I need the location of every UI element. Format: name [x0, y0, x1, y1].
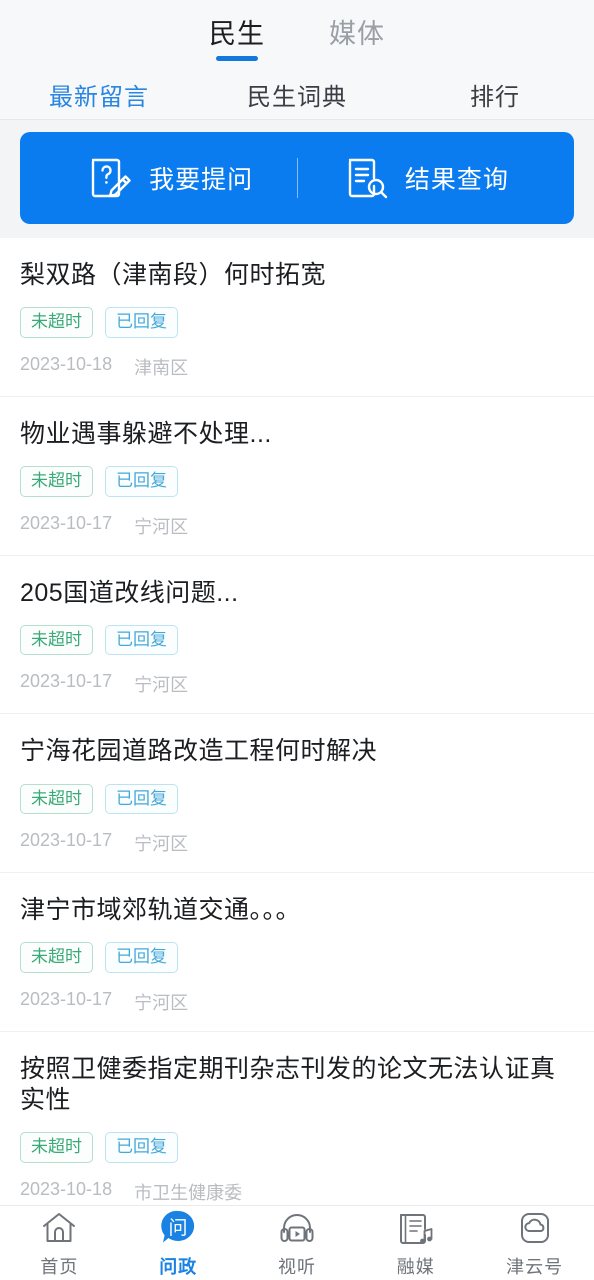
bottom-navigation: 首页 问 问政 视听 融媒 津云号: [0, 1205, 594, 1280]
list-item[interactable]: 津宁市域郊轨道交通。。。 未超时 已回复 2023-10-17 宁河区: [0, 873, 594, 1032]
item-meta: 2023-10-17 宁河区: [20, 513, 574, 539]
status-badge-ontime: 未超时: [20, 783, 93, 815]
list-item[interactable]: 梨双路（津南段）何时拓宽 未超时 已回复 2023-10-18 津南区: [0, 238, 594, 397]
list-item[interactable]: 205国道改线问题... 未超时 已回复 2023-10-17 宁河区: [0, 555, 594, 715]
item-department: 津南区: [134, 357, 189, 378]
item-title: 宁海花园道路改造工程何时解决: [20, 737, 378, 766]
item-date: 2023-10-18: [20, 353, 113, 374]
list-item[interactable]: 宁海花园道路改造工程何时解决 未超时 已回复 2023-10-17 宁河区: [0, 714, 594, 874]
item-tags: 未超时 已回复: [20, 942, 574, 973]
top-tab-label: 民生: [209, 18, 265, 49]
svg-text:问: 问: [169, 1217, 188, 1239]
sub-tab-dictionary[interactable]: 民生词典: [198, 77, 396, 112]
nav-item-home[interactable]: 首页: [0, 1208, 119, 1279]
top-tab-bar: 民生 媒体: [0, 0, 594, 70]
list-item[interactable]: 按照卫健委指定期刊杂志刊发的论文无法认证真实性 未超时 已回复 2023-10-…: [0, 1031, 594, 1205]
item-date: 2023-10-17: [20, 988, 113, 1009]
item-tags: 未超时 已回复: [20, 466, 574, 497]
app-screen: 民生 媒体 最新留言 民生词典 排行 我要提问 结果查询 梨双路（津南段）何时拓…: [0, 0, 594, 1280]
item-title: 津宁市域郊轨道交通。。。: [20, 896, 302, 925]
banner-container: 我要提问 结果查询: [0, 120, 594, 238]
status-badge-replied: 已回复: [105, 466, 178, 497]
nav-item-wenzheng[interactable]: 问 问政: [119, 1208, 238, 1279]
status-badge-ontime: 未超时: [20, 942, 93, 973]
sub-tab-latest-messages[interactable]: 最新留言: [0, 77, 198, 112]
nav-label: 视听: [277, 1256, 316, 1277]
top-tab-meiti[interactable]: 媒体: [323, 8, 391, 63]
item-meta: 2023-10-18 市卫生健康委: [20, 1179, 574, 1205]
item-tags: 未超时 已回复: [20, 307, 574, 338]
nav-item-jinyunhao[interactable]: 津云号: [475, 1208, 594, 1279]
status-badge-replied: 已回复: [105, 942, 178, 973]
status-badge-ontime: 未超时: [20, 1132, 93, 1164]
status-badge-replied: 已回复: [105, 307, 178, 338]
question-document-pencil-icon: [85, 154, 133, 202]
headphones-play-icon: [277, 1208, 317, 1248]
item-tags: 未超时 已回复: [20, 624, 574, 656]
item-department: 市卫生健康委: [134, 1183, 243, 1204]
item-date: 2023-10-17: [20, 512, 113, 533]
home-icon: [39, 1208, 79, 1248]
item-tags: 未超时 已回复: [20, 1132, 574, 1164]
status-badge-replied: 已回复: [105, 624, 178, 656]
cloud-bag-icon: [515, 1208, 555, 1248]
ask-question-button[interactable]: 我要提问: [42, 154, 297, 202]
document-search-icon: [341, 154, 389, 202]
item-date: 2023-10-17: [20, 671, 113, 692]
nav-label: 融媒: [396, 1256, 435, 1277]
item-meta: 2023-10-17 宁河区: [20, 989, 574, 1015]
top-tab-minsheng[interactable]: 民生: [203, 8, 271, 63]
active-tab-underline: [216, 55, 258, 61]
item-meta: 2023-10-17 宁河区: [20, 830, 574, 856]
item-tags: 未超时 已回复: [20, 783, 574, 815]
nav-label: 津云号: [506, 1256, 564, 1277]
newspaper-music-icon: [396, 1208, 436, 1248]
nav-label: 问政: [159, 1256, 198, 1277]
status-badge-replied: 已回复: [105, 783, 178, 815]
item-department: 宁河区: [134, 675, 189, 696]
sub-tab-bar: 最新留言 民生词典 排行: [0, 70, 594, 120]
message-list: 梨双路（津南段）何时拓宽 未超时 已回复 2023-10-18 津南区 物业遇事…: [0, 238, 594, 1205]
speech-bubble-wen-icon: 问: [158, 1208, 198, 1248]
action-banner: 我要提问 结果查询: [20, 132, 574, 224]
item-title: 梨双路（津南段）何时拓宽: [20, 261, 327, 289]
ask-question-label: 我要提问: [149, 166, 254, 194]
item-date: 2023-10-17: [20, 830, 113, 851]
item-title: 按照卫健委指定期刊杂志刊发的论文无法认证真实性: [20, 1054, 556, 1115]
nav-item-shiting[interactable]: 视听: [238, 1208, 357, 1279]
item-title: 物业遇事躲避不处理...: [20, 419, 272, 448]
item-department: 宁河区: [134, 992, 189, 1013]
status-badge-replied: 已回复: [105, 1132, 178, 1164]
nav-label: 首页: [40, 1256, 79, 1277]
status-badge-ontime: 未超时: [20, 466, 93, 497]
result-query-label: 结果查询: [404, 166, 509, 194]
list-item[interactable]: 物业遇事躲避不处理... 未超时 已回复 2023-10-17 宁河区: [0, 396, 594, 556]
item-date: 2023-10-18: [20, 1179, 113, 1200]
item-department: 宁河区: [134, 516, 189, 537]
item-title: 205国道改线问题...: [20, 578, 239, 607]
sub-tab-ranking[interactable]: 排行: [396, 77, 594, 112]
result-query-button[interactable]: 结果查询: [298, 154, 553, 202]
item-meta: 2023-10-18 津南区: [20, 354, 574, 380]
top-tab-label: 媒体: [329, 18, 385, 49]
item-department: 宁河区: [134, 834, 189, 855]
status-badge-ontime: 未超时: [20, 307, 93, 338]
nav-item-rongmei[interactable]: 融媒: [356, 1208, 475, 1279]
status-badge-ontime: 未超时: [20, 624, 93, 656]
item-meta: 2023-10-17 宁河区: [20, 671, 574, 697]
